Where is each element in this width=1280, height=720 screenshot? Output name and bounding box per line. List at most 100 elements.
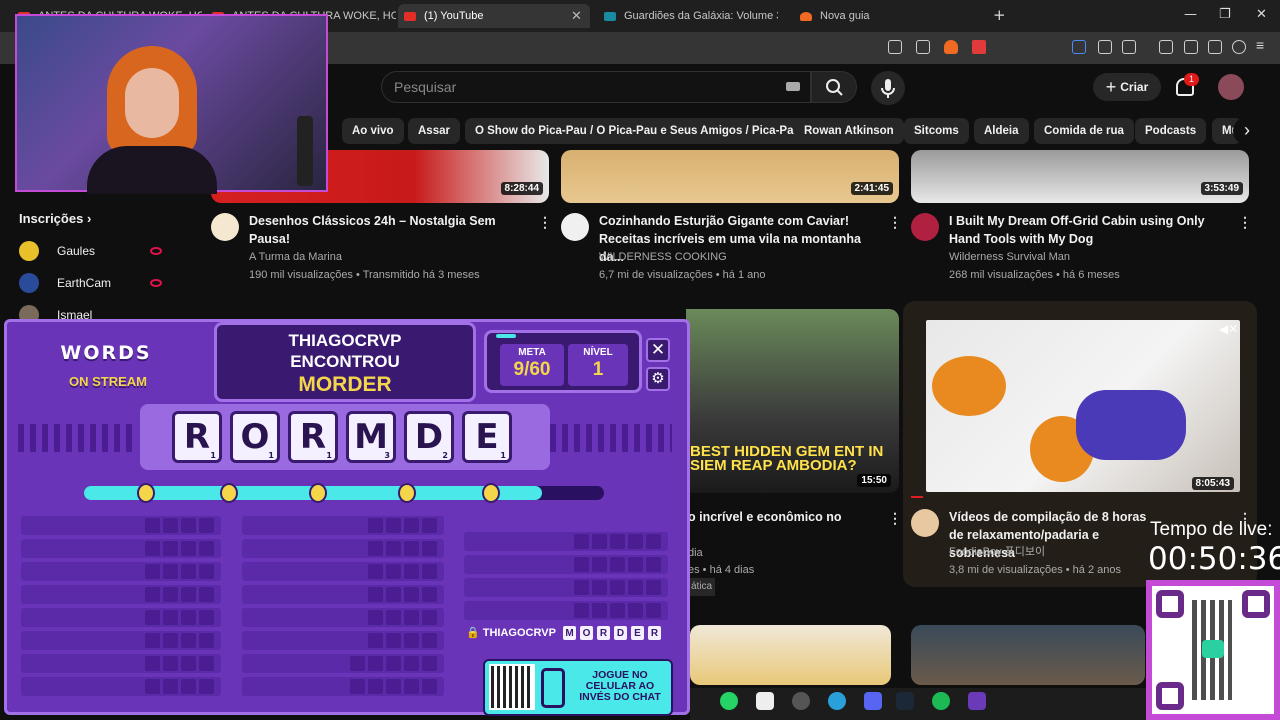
tile-points: 1 [210, 451, 216, 460]
new-tab-icon[interactable]: + [993, 6, 1006, 24]
chip-assar[interactable]: Assar [408, 118, 460, 144]
live-time-label: Tempo de live: [1150, 519, 1273, 540]
letter-slot [163, 679, 178, 694]
chevron-right-icon[interactable]: › [1233, 117, 1261, 145]
more-options-icon[interactable]: ⋮ [1238, 214, 1252, 231]
video-thumbnail[interactable] [690, 625, 891, 685]
video-thumbnail[interactable]: BEST HIDDEN GEM ENT IN SIEM REAP AMBODIA… [686, 309, 899, 493]
avatar[interactable] [1218, 74, 1244, 100]
tab-nova-guia[interactable]: Nova guia [794, 4, 974, 28]
letter-slot [163, 564, 178, 579]
plus-icon: + [1105, 76, 1117, 97]
discord-icon[interactable] [864, 692, 882, 710]
letter-slot [628, 580, 643, 595]
vpn-icon[interactable] [1232, 40, 1246, 54]
sidebar-icon[interactable] [1159, 40, 1173, 54]
close-tab-icon[interactable]: ✕ [571, 8, 582, 24]
video-title[interactable]: o incrível e econômico no [688, 508, 868, 526]
capcut-icon[interactable] [756, 692, 774, 710]
chip-comida-de-rua[interactable]: Comida de rua [1034, 118, 1134, 144]
letter-slot [422, 679, 437, 694]
whatsapp-icon[interactable] [720, 692, 738, 710]
wallet-icon[interactable] [1184, 40, 1198, 54]
search-input[interactable]: Pesquisar [381, 71, 811, 103]
channel-name[interactable]: WILDERNESS COOKING [599, 248, 727, 266]
tile-points: 1 [326, 451, 332, 460]
video-thumbnail[interactable] [911, 625, 1145, 685]
leo-icon[interactable] [1208, 40, 1222, 54]
channel-avatar[interactable] [911, 213, 939, 241]
spotify-icon[interactable] [932, 692, 950, 710]
chip-aldeia[interactable]: Aldeia [974, 118, 1029, 144]
tab-youtube[interactable]: (1) YouTube [398, 4, 590, 28]
create-button[interactable]: + Criar [1093, 73, 1161, 101]
duration-badge: 15:50 [857, 474, 891, 487]
audio-icon[interactable] [1072, 40, 1086, 54]
channel-name[interactable]: Wilderness Survival Man [949, 248, 1070, 266]
telegram-icon[interactable] [828, 692, 846, 710]
letter-slot [404, 587, 419, 602]
keyboard-icon[interactable] [786, 82, 800, 91]
letter-slot [422, 587, 437, 602]
voice-search-button[interactable] [871, 71, 905, 105]
meta-value: 9/60 [513, 359, 551, 380]
chip-sitcoms[interactable]: Sitcoms [904, 118, 969, 144]
more-options-icon[interactable]: ⋮ [888, 510, 902, 527]
brave-shield-icon[interactable] [944, 40, 958, 54]
chip-ao-vivo[interactable]: Ao vivo [342, 118, 404, 144]
maximize-icon[interactable]: ❐ [1219, 7, 1231, 22]
cast-icon[interactable] [888, 40, 902, 54]
channel-name[interactable]: A Turma da Marina [249, 248, 342, 266]
search-button[interactable] [811, 71, 857, 103]
app-icon[interactable] [968, 692, 986, 710]
close-game-button[interactable]: ✕ [646, 338, 670, 362]
channel-name[interactable]: dia [688, 544, 703, 562]
more-options-icon[interactable]: ⋮ [888, 214, 902, 231]
letter-slot [368, 633, 383, 648]
screenshot-icon[interactable] [1122, 40, 1136, 54]
video-preview[interactable]: 8:05:43 [926, 320, 1240, 492]
lock-icon [137, 483, 155, 503]
letter-slot [145, 564, 160, 579]
letter-slot [592, 557, 607, 572]
close-window-icon[interactable]: ✕ [1256, 7, 1267, 22]
letter-slot [181, 633, 196, 648]
video-title[interactable]: I Built My Dream Off-Grid Cabin using On… [949, 212, 1231, 248]
brave-icon [800, 11, 812, 21]
letter-slot [368, 587, 383, 602]
chip-pica-pau[interactable]: O Show do Pica-Pau / O Pica-Pau e Seus A… [465, 118, 811, 144]
tile-letter: M [354, 417, 388, 457]
lock-icon [220, 483, 238, 503]
menu-icon[interactable]: ≡ [1256, 37, 1270, 53]
found-label: ENCONTROU [290, 352, 400, 371]
video-title[interactable]: Desenhos Clássicos 24h – Nostalgia Sem P… [249, 212, 519, 248]
video-thumbnail[interactable]: 2:41:45 [561, 150, 899, 203]
channel-avatar[interactable] [911, 509, 939, 537]
video-thumbnail[interactable]: 3:53:49 [911, 150, 1249, 203]
duration-badge: 8:05:43 [1191, 477, 1234, 490]
share-icon[interactable] [916, 40, 930, 54]
letter-slot [592, 534, 607, 549]
youtube-icon [404, 11, 416, 21]
sidebar-subscriptions-header[interactable]: Inscrições › [19, 211, 91, 226]
channel-avatar[interactable] [211, 213, 239, 241]
channel-avatar[interactable] [561, 213, 589, 241]
letter-slot [386, 518, 401, 533]
extensions-icon[interactable] [1098, 40, 1112, 54]
settings-gear-icon[interactable]: ⚙ [646, 367, 670, 391]
minimize-icon[interactable]: — [1184, 7, 1197, 22]
sidebar-item-gaules[interactable]: Gaules [19, 241, 95, 261]
brave-rewards-icon[interactable] [972, 40, 986, 54]
channel-name[interactable]: FoodieBoy 푸디보이 [949, 543, 1045, 561]
sidebar-item-earthcam[interactable]: EarthCam [19, 273, 111, 293]
letter-slot [386, 541, 401, 556]
obs-icon[interactable] [792, 692, 810, 710]
chip-podcasts[interactable]: Podcasts [1135, 118, 1207, 144]
tab-guardioes[interactable]: Guardiões da Galáxia: Volume 3 | [598, 4, 778, 28]
letter-slot [368, 541, 383, 556]
letter-slot [422, 518, 437, 533]
mute-icon[interactable]: ◀✕ [1219, 322, 1238, 336]
chip-rowan-atkinson[interactable]: Rowan Atkinson [794, 118, 904, 144]
more-options-icon[interactable]: ⋮ [538, 214, 552, 231]
steam-icon[interactable] [896, 692, 914, 710]
